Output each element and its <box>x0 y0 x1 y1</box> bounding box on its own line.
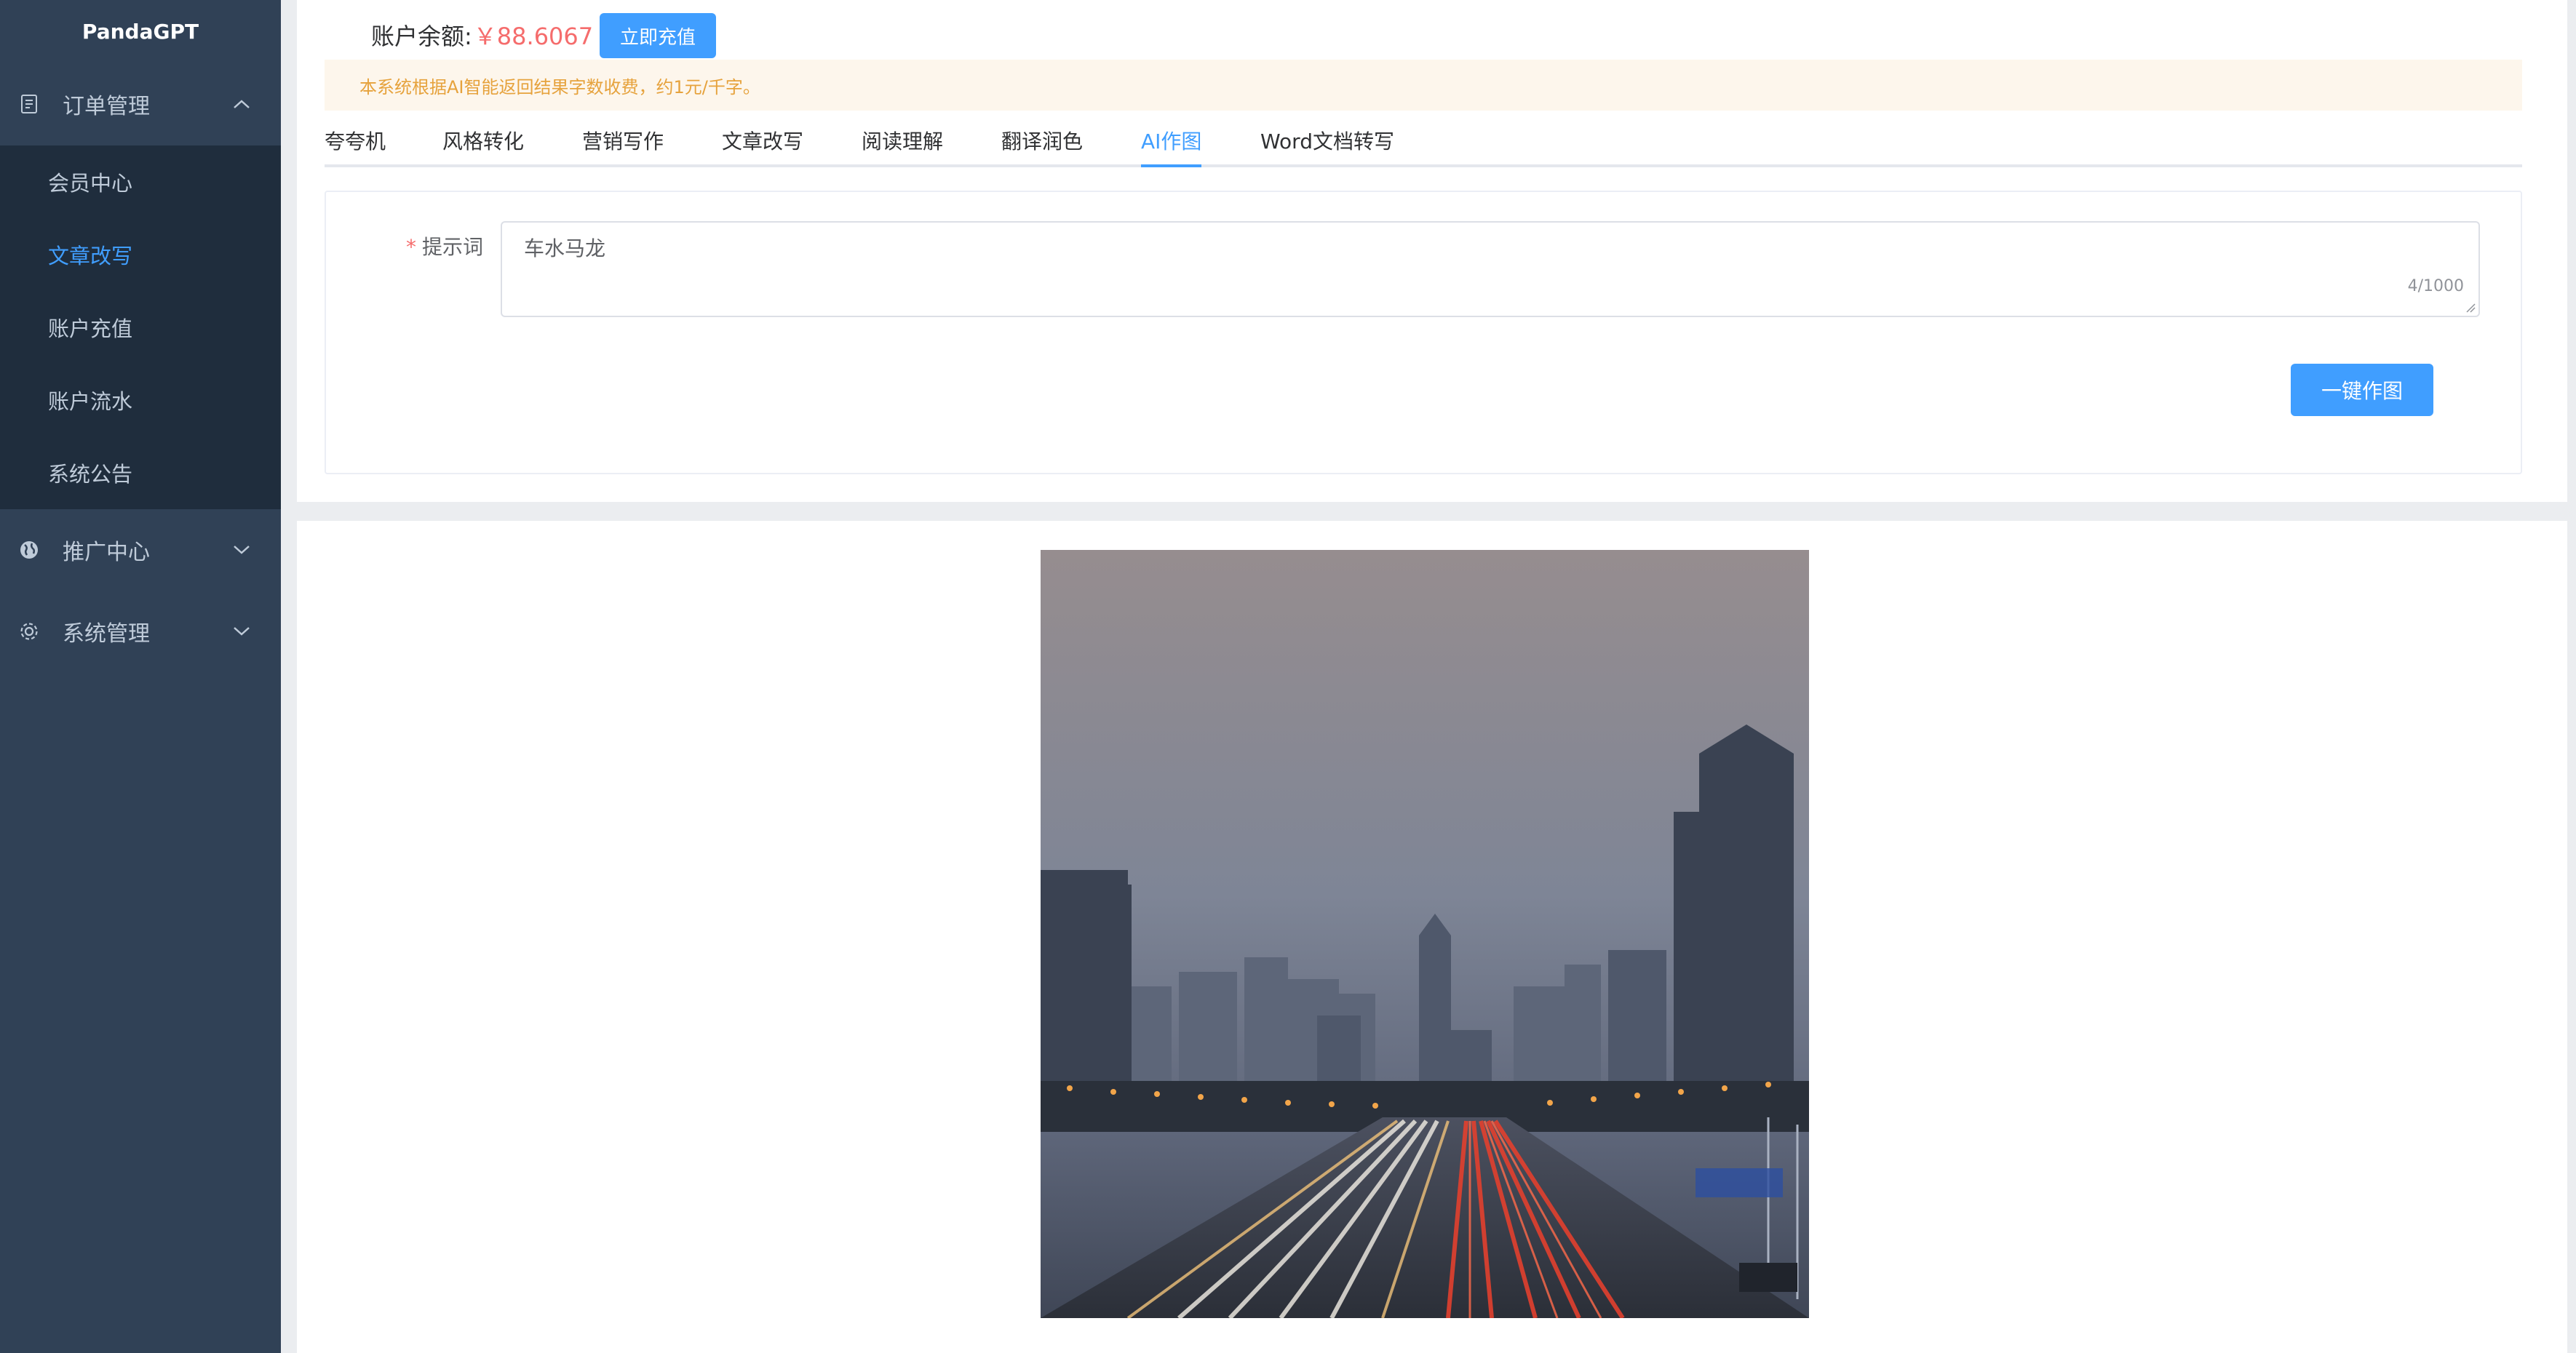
prompt-textarea[interactable]: 车水马龙 4/1000 <box>501 221 2480 317</box>
balance-label: 账户余额: <box>371 23 472 50</box>
tab-style-transfer[interactable]: 风格转化 <box>442 116 524 164</box>
menu-label: 系统管理 <box>63 621 150 647</box>
chevron-up-icon <box>234 100 250 108</box>
globe-icon <box>19 540 39 560</box>
app-title: PandaGPT <box>82 19 199 44</box>
account-balance: 账户余额: ￥88.6067 <box>371 20 594 50</box>
menu-promotion-center[interactable]: 推广中心 <box>0 509 281 591</box>
tab-article-rewrite[interactable]: 文章改写 <box>722 116 803 164</box>
ai-drawing-panel: 账户余额: ￥88.6067 立即充值 本系统根据AI智能返回结果字数收费，约1… <box>297 0 2567 502</box>
chevron-down-icon <box>234 546 250 554</box>
tab-ai-drawing[interactable]: AI作图 <box>1141 116 1202 167</box>
prompt-form: * 提示词 车水马龙 4/1000 一键作图 <box>325 191 2522 474</box>
required-mark: * <box>406 235 416 259</box>
menu-label: 推广中心 <box>63 540 150 565</box>
tab-praise-machine[interactable]: 夸夸机 <box>325 116 386 164</box>
billing-notice: 本系统根据AI智能返回结果字数收费，约1元/千字。 <box>325 60 2522 111</box>
sidebar-item-announcements[interactable]: 系统公告 <box>0 436 281 509</box>
tab-translation-polish[interactable]: 翻译润色 <box>1001 116 1083 164</box>
menu-label: 订单管理 <box>63 94 150 119</box>
prompt-value: 车水马龙 <box>524 236 606 260</box>
menu-order-management[interactable]: 订单管理 <box>0 63 281 145</box>
tab-marketing-writing[interactable]: 营销写作 <box>582 116 664 164</box>
menu-system-management[interactable]: 系统管理 <box>0 591 281 672</box>
prompt-label: * 提示词 <box>406 235 484 259</box>
generate-image-button[interactable]: 一键作图 <box>2291 364 2433 416</box>
resize-handle-icon[interactable] <box>2465 303 2476 313</box>
recharge-button[interactable]: 立即充值 <box>600 13 716 58</box>
sidebar-item-transactions[interactable]: 账户流水 <box>0 364 281 436</box>
submenu-order-management: 会员中心 文章改写 账户充值 账户流水 系统公告 <box>0 145 281 509</box>
sidebar-item-article-rewrite[interactable]: 文章改写 <box>0 218 281 291</box>
char-counter: 4/1000 <box>2407 277 2464 295</box>
balance-value: ￥88.6067 <box>473 23 594 50</box>
gear-icon <box>19 621 39 642</box>
tab-reading-comprehension[interactable]: 阅读理解 <box>862 116 943 164</box>
chevron-down-icon <box>234 627 250 636</box>
main-content: 账户余额: ￥88.6067 立即充值 本系统根据AI智能返回结果字数收费，约1… <box>281 0 2576 1353</box>
document-icon <box>19 94 39 114</box>
generated-image <box>1041 550 1809 1318</box>
feature-tabs: 夸夸机 风格转化 营销写作 文章改写 阅读理解 翻译润色 AI作图 Word文档… <box>325 116 2522 167</box>
sidebar-item-member-center[interactable]: 会员中心 <box>0 145 281 218</box>
sidebar: PandaGPT 订单管理 会员中心 文章改写 账户充值 账户流水 系统公告 推… <box>0 0 281 1353</box>
tab-word-doc-rewrite[interactable]: Word文档转写 <box>1260 116 1394 164</box>
sidebar-item-recharge[interactable]: 账户充值 <box>0 291 281 364</box>
result-panel <box>297 521 2567 1353</box>
